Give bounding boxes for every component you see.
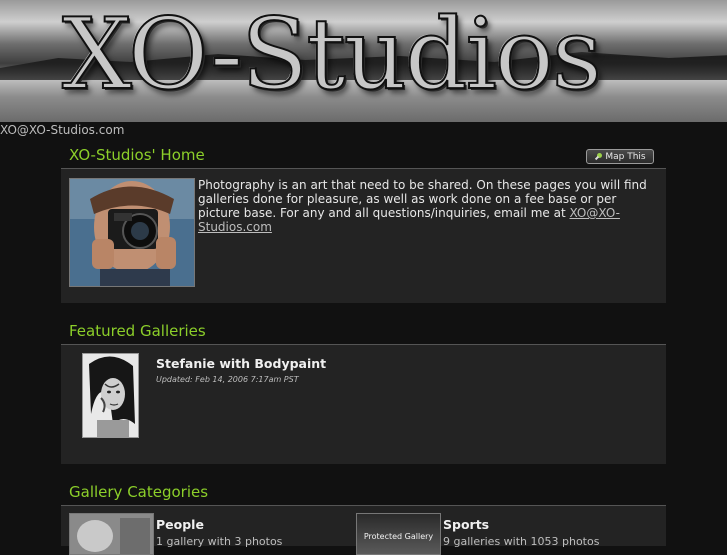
category-count-people: 1 gallery with 3 photos <box>156 535 283 548</box>
map-this-label: Map This <box>605 151 646 162</box>
category-thumb-sports[interactable]: Protected Gallery <box>356 513 441 555</box>
profile-photo <box>69 178 195 287</box>
intro-paragraph: Photography is an art that need to be sh… <box>198 178 648 234</box>
pushpin-icon <box>594 152 603 161</box>
home-title: XO-Studios' Home <box>69 146 205 164</box>
categories-title: Gallery Categories <box>69 483 209 501</box>
featured-title: Featured Galleries <box>69 322 206 340</box>
featured-thumb[interactable] <box>82 353 139 438</box>
protected-gallery-label: Protected Gallery <box>363 532 434 541</box>
featured-gallery-updated: Updated: Feb 14, 2006 7:17am PST <box>156 375 299 384</box>
category-count-sports: 9 galleries with 1053 photos <box>443 535 600 548</box>
stefanie-thumbnail <box>83 354 138 437</box>
featured-gallery-name[interactable]: Stefanie with Bodypaint <box>156 356 326 371</box>
header-email[interactable]: XO@XO-Studios.com <box>0 123 124 137</box>
site-logo: XO-Studios <box>61 0 603 113</box>
category-thumb-people[interactable] <box>69 513 154 555</box>
people-thumbnail <box>70 514 153 554</box>
category-name-sports[interactable]: Sports <box>443 517 489 532</box>
category-name-people[interactable]: People <box>156 517 204 532</box>
site-banner: XO-Studios <box>0 0 727 122</box>
photographer-image <box>70 179 194 286</box>
featured-panel <box>61 344 666 464</box>
map-this-button[interactable]: Map This <box>586 149 654 164</box>
